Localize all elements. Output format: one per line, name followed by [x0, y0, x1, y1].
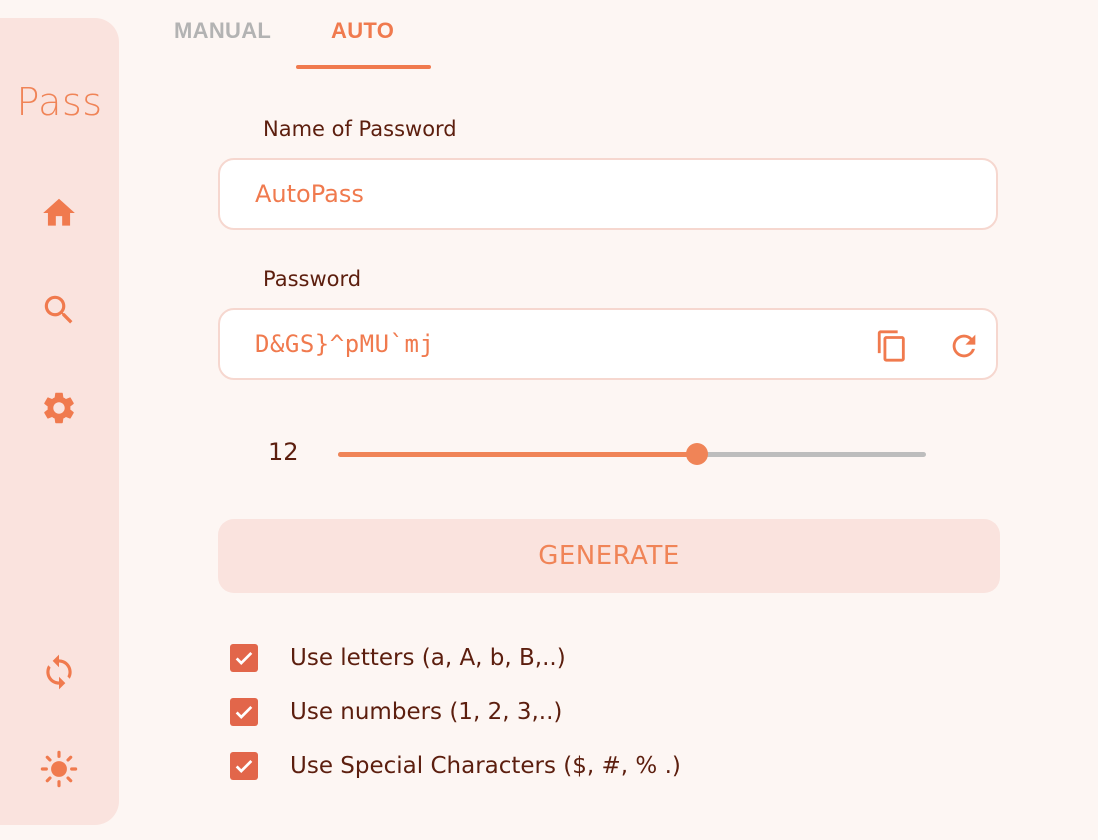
theme-sun-icon[interactable]: [38, 748, 80, 790]
check-icon: [235, 651, 253, 665]
sync-icon[interactable]: [38, 651, 80, 693]
name-label: Name of Password: [263, 117, 457, 141]
tab-auto[interactable]: AUTO: [331, 18, 394, 44]
settings-icon[interactable]: [38, 387, 80, 429]
refresh-icon[interactable]: [946, 328, 982, 364]
option-letters: Use letters (a, A, b, B,..): [230, 642, 566, 674]
letters-label: Use letters (a, A, b, B,..): [290, 645, 566, 671]
numbers-checkbox[interactable]: [230, 698, 258, 726]
copy-icon[interactable]: [874, 328, 910, 364]
app-title: Pass: [16, 80, 103, 124]
active-tab-indicator: [296, 65, 431, 69]
length-value: 12: [268, 438, 299, 466]
slider-fill: [338, 452, 697, 457]
slider-thumb[interactable]: [685, 443, 708, 465]
generate-button[interactable]: GENERATE: [218, 519, 1000, 593]
search-icon[interactable]: [38, 289, 80, 331]
name-input[interactable]: [255, 160, 855, 228]
numbers-label: Use numbers (1, 2, 3,..): [290, 699, 563, 725]
check-icon: [235, 705, 253, 719]
option-numbers: Use numbers (1, 2, 3,..): [230, 696, 562, 728]
special-label: Use Special Characters ($, #, % .): [290, 753, 681, 779]
letters-checkbox[interactable]: [230, 644, 258, 672]
check-icon: [235, 759, 253, 773]
option-special: Use Special Characters ($, #, % .): [230, 750, 681, 782]
tab-manual[interactable]: MANUAL: [174, 18, 271, 44]
name-field: [218, 158, 998, 230]
home-icon[interactable]: [38, 192, 80, 234]
sidebar: Pass: [0, 18, 119, 825]
special-checkbox[interactable]: [230, 752, 258, 780]
password-field: [218, 308, 998, 380]
password-label: Password: [263, 267, 362, 291]
password-input[interactable]: [255, 310, 855, 378]
length-slider[interactable]: [338, 440, 926, 468]
